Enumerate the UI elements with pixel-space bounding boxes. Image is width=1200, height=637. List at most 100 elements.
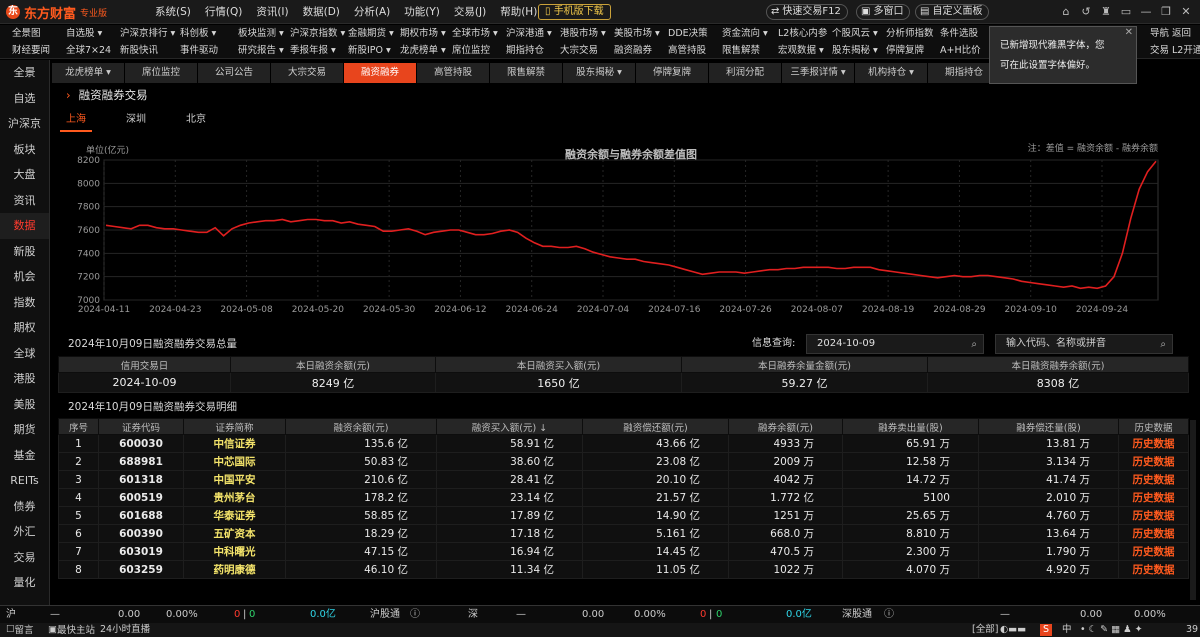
subtab[interactable]: 席位监控 xyxy=(125,63,198,83)
message-button[interactable]: ☐ 留言 xyxy=(6,624,34,636)
stock-name[interactable]: 中国平安 xyxy=(183,470,286,489)
toolbar-item[interactable]: 融资融券 xyxy=(614,42,672,59)
sidebar-item[interactable]: 板块 xyxy=(0,137,49,163)
sidebar-item[interactable]: 外汇 xyxy=(0,519,49,545)
subtab[interactable]: 公司公告 xyxy=(198,63,271,83)
toolbar-item[interactable]: 席位监控 xyxy=(452,42,510,59)
toolbar-item[interactable]: 返回 xyxy=(1172,25,1200,42)
sidebar-item[interactable]: 新股 xyxy=(0,239,49,265)
sidebar-item[interactable]: 债券 xyxy=(0,494,49,520)
sidebar-item[interactable]: 资讯 xyxy=(0,188,49,214)
sgt-label[interactable]: 深股通 xyxy=(842,608,872,622)
sidebar-item[interactable]: 期权 xyxy=(0,315,49,341)
toolbar-item[interactable]: 期指持仓 xyxy=(506,42,564,59)
subtab[interactable]: 股东揭秘 ▾ xyxy=(563,63,636,83)
toolbar-item[interactable]: 全球市场 ▾ xyxy=(452,25,510,42)
stock-name[interactable]: 中科曙光 xyxy=(183,542,286,561)
table-row[interactable]: 6 600390 五矿资本 18.29 亿 17.18 亿 5.161 亿 668.0 万8… xyxy=(58,524,1189,543)
sidebar-item[interactable]: 量化 xyxy=(0,570,49,596)
search-icon[interactable]: ⌕ xyxy=(1160,336,1166,354)
back-icon[interactable]: ↺ xyxy=(1078,3,1094,21)
hgt-label[interactable]: 沪股通 xyxy=(370,608,400,622)
toolbar-item[interactable]: 个股风云 ▾ xyxy=(832,25,890,42)
stock-search-input[interactable]: 输入代码、名称或拼音 ⌕ xyxy=(995,334,1173,354)
toolbar-item[interactable]: 资金流向 ▾ xyxy=(722,25,780,42)
minimize-icon[interactable]: — xyxy=(1138,3,1154,21)
query-date-input[interactable]: 2024-10-09 ⌕ xyxy=(806,334,984,354)
sidebar-item[interactable]: REITs xyxy=(0,468,49,494)
toolbar-item[interactable]: 自选股 ▾ xyxy=(66,25,124,42)
sidebar-item[interactable]: 期货 xyxy=(0,417,49,443)
ime-tools-icon[interactable]: • ☾ ✎ ▦ ♟ ✦ xyxy=(1080,624,1143,636)
table-row[interactable]: 4 600519 贵州茅台 178.2 亿 23.14 亿 21.57 亿 1.772 亿5… xyxy=(58,488,1189,507)
all-filter[interactable]: [全部] xyxy=(972,624,998,636)
screen-icon[interactable]: ▭ xyxy=(1118,3,1134,21)
toolbar-item[interactable]: 沪深港通 ▾ xyxy=(506,25,564,42)
market-tab[interactable]: 上海 xyxy=(60,110,92,132)
subtab[interactable]: 三季报详情 ▾ xyxy=(782,63,855,83)
subtab[interactable]: 停牌复牌 xyxy=(636,63,709,83)
live-button[interactable]: 24小时直播 xyxy=(100,624,150,636)
sidebar-item[interactable]: 机会 xyxy=(0,264,49,290)
detail-header[interactable]: 融资买入额(元) ↓ xyxy=(436,418,583,435)
toolbar-item[interactable]: 美股市场 ▾ xyxy=(614,25,672,42)
search-icon[interactable]: ⌕ xyxy=(971,336,977,354)
subtab[interactable]: 大宗交易 xyxy=(271,63,344,83)
main-menu-item[interactable]: 帮助(H) xyxy=(493,0,544,24)
toolbar-item[interactable]: 分析师指数 xyxy=(886,25,944,42)
sidebar-item[interactable]: 港股 xyxy=(0,366,49,392)
tooltip-close-icon[interactable]: ✕ xyxy=(1125,27,1133,39)
market-tab[interactable]: 深圳 xyxy=(120,110,152,132)
sidebar-item[interactable]: 交易 xyxy=(0,545,49,571)
toolbar-item[interactable]: 季报年报 ▾ xyxy=(290,42,348,59)
toolbar-item[interactable]: 沪深京指数 ▾ xyxy=(290,25,348,42)
main-menu-item[interactable]: 行情(Q) xyxy=(198,0,249,24)
ime-label[interactable]: 中 xyxy=(1062,624,1072,636)
sidebar-item[interactable]: 自选 xyxy=(0,86,49,112)
table-row[interactable]: 1 600030 中信证券 135.6 亿 58.91 亿 43.66 亿 4933 万 65… xyxy=(58,434,1189,453)
quick-trade-button[interactable]: ⇄ 快速交易F12 xyxy=(766,4,848,20)
subtab[interactable]: 高管持股 xyxy=(417,63,490,83)
toolbar-item[interactable]: 板块监测 ▾ xyxy=(238,25,296,42)
skin-icon[interactable]: ♜ xyxy=(1098,3,1114,21)
toolbar-item[interactable]: 新股快讯 xyxy=(120,42,178,59)
sidebar-item[interactable]: 全球 xyxy=(0,341,49,367)
toolbar-item[interactable]: 停牌复牌 xyxy=(886,42,944,59)
toolbar-item[interactable]: 限售解禁 xyxy=(722,42,780,59)
main-menu-item[interactable]: 数据(D) xyxy=(296,0,347,24)
toolbar-item[interactable]: 高管持股 xyxy=(668,42,726,59)
toolbar-item[interactable]: 宏观数据 ▾ xyxy=(778,42,836,59)
toolbar-item[interactable]: 全景图 xyxy=(12,25,70,42)
history-link[interactable]: 历史数据 xyxy=(1118,470,1189,489)
toolbar-item[interactable]: 大宗交易 xyxy=(560,42,618,59)
table-row[interactable]: 5 601688 华泰证券 58.85 亿 17.89 亿 14.90 亿 1251 万 25… xyxy=(58,506,1189,525)
main-menu-item[interactable]: 资讯(I) xyxy=(249,0,295,24)
subtab[interactable]: 机构持仓 ▾ xyxy=(855,63,928,83)
toolbar-item[interactable]: 财经要闻 xyxy=(12,42,70,59)
close-icon[interactable]: ✕ xyxy=(1178,3,1194,21)
table-row[interactable]: 8 603259 药明康德 46.10 亿 11.34 亿 11.05 亿 1022 万 4.… xyxy=(58,560,1189,579)
toolbar-item[interactable]: 全球7×24 xyxy=(66,42,124,59)
toolbar-item[interactable]: 金融期货 ▾ xyxy=(348,25,406,42)
table-row[interactable]: 7 603019 中科曙光 47.15 亿 16.94 亿 14.45 亿 470.5 万2… xyxy=(58,542,1189,561)
market-tab[interactable]: 北京 xyxy=(180,110,212,132)
sidebar-item[interactable]: 美股 xyxy=(0,392,49,418)
subtab[interactable]: 融资融券 xyxy=(344,63,417,83)
stock-name[interactable]: 贵州茅台 xyxy=(183,488,286,507)
toolbar-item[interactable]: 事件驱动 xyxy=(180,42,238,59)
sidebar-item[interactable]: 数据 xyxy=(0,213,49,239)
history-link[interactable]: 历史数据 xyxy=(1118,506,1189,525)
sidebar-item[interactable]: 沪深京 xyxy=(0,111,49,137)
sidebar-item[interactable]: 基金 xyxy=(0,443,49,469)
ime-logo-icon[interactable]: S xyxy=(1040,624,1053,636)
toolbar-item[interactable]: 龙虎榜单 ▾ xyxy=(400,42,458,59)
toolbar-item[interactable]: L2核心内参 xyxy=(778,25,836,42)
main-menu-item[interactable]: 系统(S) xyxy=(148,0,198,24)
history-link[interactable]: 历史数据 xyxy=(1118,488,1189,507)
mobile-download-button[interactable]: ▯ 手机版下载 xyxy=(538,4,611,20)
toolbar-item[interactable]: 期权市场 ▾ xyxy=(400,25,458,42)
restore-icon[interactable]: ❐ xyxy=(1158,3,1174,21)
history-link[interactable]: 历史数据 xyxy=(1118,434,1189,453)
history-link[interactable]: 历史数据 xyxy=(1118,542,1189,561)
history-link[interactable]: 历史数据 xyxy=(1118,524,1189,543)
